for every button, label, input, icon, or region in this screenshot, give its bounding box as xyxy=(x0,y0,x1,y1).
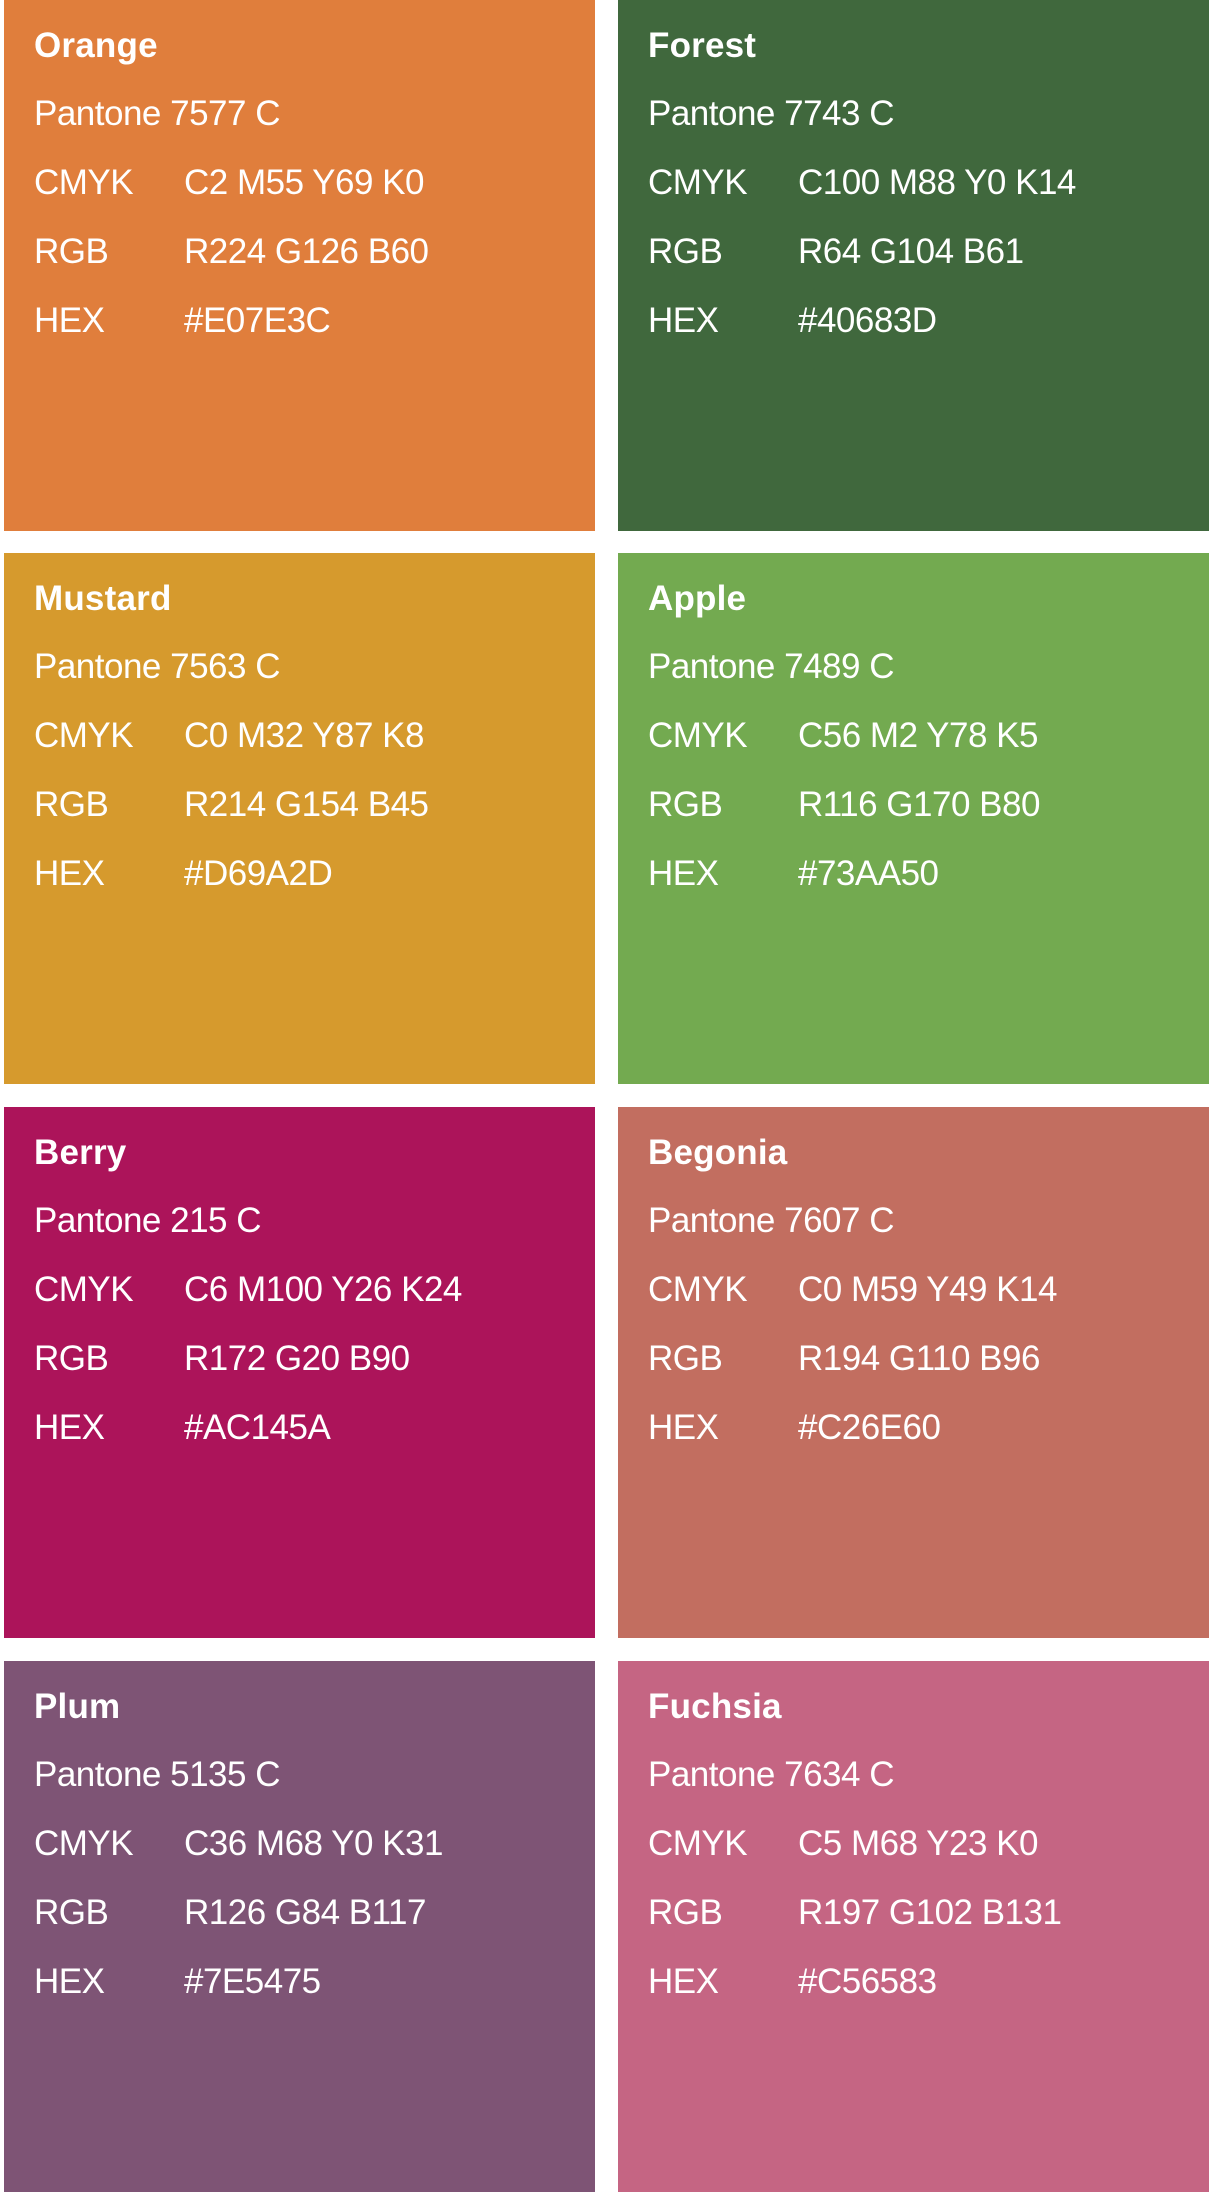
swatch-orange: Orange Pantone 7577 C CMYK C2 M55 Y69 K0… xyxy=(4,0,595,531)
cmyk-label: CMYK xyxy=(648,163,748,202)
cmyk-label: CMYK xyxy=(648,1270,748,1309)
cmyk-label: CMYK xyxy=(34,163,134,202)
hex-value: #C26E60 xyxy=(798,1408,941,1447)
hex-value: #40683D xyxy=(798,301,937,340)
rgb-row: RGB R214 G154 B45 xyxy=(34,783,595,827)
cmyk-row: CMYK C0 M59 Y49 K14 xyxy=(648,1268,1209,1312)
swatch-pantone: Pantone 7743 C xyxy=(648,94,894,133)
hex-label: HEX xyxy=(34,1408,105,1447)
swatch-name: Fuchsia xyxy=(648,1687,782,1726)
hex-row: HEX #AC145A xyxy=(34,1406,595,1450)
cmyk-value: C5 M68 Y23 K0 xyxy=(798,1824,1038,1863)
rgb-label: RGB xyxy=(34,785,109,824)
rgb-label: RGB xyxy=(34,1339,109,1378)
hex-value: #7E5475 xyxy=(184,1962,321,2001)
rgb-value: R194 G110 B96 xyxy=(798,1339,1040,1378)
hex-label: HEX xyxy=(648,1962,719,2001)
rgb-value: R172 G20 B90 xyxy=(184,1339,410,1378)
hex-row: HEX #40683D xyxy=(648,299,1209,343)
hex-label: HEX xyxy=(648,1408,719,1447)
rgb-label: RGB xyxy=(648,1339,723,1378)
swatch-forest: Forest Pantone 7743 C CMYK C100 M88 Y0 K… xyxy=(618,0,1209,531)
cmyk-value: C56 M2 Y78 K5 xyxy=(798,716,1038,755)
swatch-begonia: Begonia Pantone 7607 C CMYK C0 M59 Y49 K… xyxy=(618,1107,1209,1638)
rgb-row: RGB R197 G102 B131 xyxy=(648,1891,1209,1935)
cmyk-value: C36 M68 Y0 K31 xyxy=(184,1824,443,1863)
rgb-label: RGB xyxy=(34,232,109,271)
color-palette-grid: Orange Pantone 7577 C CMYK C2 M55 Y69 K0… xyxy=(0,0,1209,2197)
rgb-value: R116 G170 B80 xyxy=(798,785,1040,824)
swatch-name: Forest xyxy=(648,26,757,65)
swatch-apple: Apple Pantone 7489 C CMYK C56 M2 Y78 K5 … xyxy=(618,553,1209,1084)
hex-label: HEX xyxy=(34,301,105,340)
swatch-pantone: Pantone 7634 C xyxy=(648,1755,894,1794)
swatch-pantone: Pantone 7577 C xyxy=(34,94,280,133)
swatch-pantone: Pantone 7489 C xyxy=(648,647,894,686)
rgb-row: RGB R64 G104 B61 xyxy=(648,230,1209,274)
cmyk-label: CMYK xyxy=(648,1824,748,1863)
rgb-value: R64 G104 B61 xyxy=(798,232,1024,271)
swatch-name: Begonia xyxy=(648,1133,788,1172)
rgb-label: RGB xyxy=(34,1893,109,1932)
swatch-pantone: Pantone 7563 C xyxy=(34,647,280,686)
hex-row: HEX #7E5475 xyxy=(34,1960,595,2004)
swatch-pantone: Pantone 7607 C xyxy=(648,1201,894,1240)
rgb-label: RGB xyxy=(648,785,723,824)
cmyk-label: CMYK xyxy=(34,1824,134,1863)
cmyk-row: CMYK C0 M32 Y87 K8 xyxy=(34,714,595,758)
cmyk-value: C0 M32 Y87 K8 xyxy=(184,716,424,755)
hex-row: HEX #D69A2D xyxy=(34,852,595,896)
hex-value: #D69A2D xyxy=(184,854,333,893)
swatch-name: Orange xyxy=(34,26,158,65)
hex-value: #C56583 xyxy=(798,1962,937,2001)
rgb-row: RGB R194 G110 B96 xyxy=(648,1337,1209,1381)
rgb-value: R214 G154 B45 xyxy=(184,785,429,824)
rgb-label: RGB xyxy=(648,1893,723,1932)
cmyk-row: CMYK C6 M100 Y26 K24 xyxy=(34,1268,595,1312)
swatch-fuchsia: Fuchsia Pantone 7634 C CMYK C5 M68 Y23 K… xyxy=(618,1661,1209,2192)
rgb-value: R224 G126 B60 xyxy=(184,232,429,271)
swatch-name: Mustard xyxy=(34,579,172,618)
hex-label: HEX xyxy=(34,854,105,893)
hex-label: HEX xyxy=(34,1962,105,2001)
cmyk-label: CMYK xyxy=(648,716,748,755)
swatch-name: Plum xyxy=(34,1687,121,1726)
swatch-pantone: Pantone 215 C xyxy=(34,1201,262,1240)
swatch-name: Apple xyxy=(648,579,747,618)
hex-row: HEX #E07E3C xyxy=(34,299,595,343)
swatch-mustard: Mustard Pantone 7563 C CMYK C0 M32 Y87 K… xyxy=(4,553,595,1084)
cmyk-value: C0 M59 Y49 K14 xyxy=(798,1270,1057,1309)
rgb-row: RGB R172 G20 B90 xyxy=(34,1337,595,1381)
cmyk-row: CMYK C36 M68 Y0 K31 xyxy=(34,1822,595,1866)
rgb-label: RGB xyxy=(648,232,723,271)
rgb-value: R126 G84 B117 xyxy=(184,1893,426,1932)
hex-label: HEX xyxy=(648,854,719,893)
cmyk-label: CMYK xyxy=(34,1270,134,1309)
swatch-berry: Berry Pantone 215 C CMYK C6 M100 Y26 K24… xyxy=(4,1107,595,1638)
cmyk-label: CMYK xyxy=(34,716,134,755)
hex-label: HEX xyxy=(648,301,719,340)
hex-value: #E07E3C xyxy=(184,301,331,340)
hex-row: HEX #C56583 xyxy=(648,1960,1209,2004)
swatch-name: Berry xyxy=(34,1133,127,1172)
swatch-pantone: Pantone 5135 C xyxy=(34,1755,280,1794)
rgb-row: RGB R224 G126 B60 xyxy=(34,230,595,274)
hex-value: #73AA50 xyxy=(798,854,939,893)
swatch-plum: Plum Pantone 5135 C CMYK C36 M68 Y0 K31 … xyxy=(4,1661,595,2192)
cmyk-value: C2 M55 Y69 K0 xyxy=(184,163,424,202)
hex-value: #AC145A xyxy=(184,1408,331,1447)
cmyk-row: CMYK C5 M68 Y23 K0 xyxy=(648,1822,1209,1866)
rgb-value: R197 G102 B131 xyxy=(798,1893,1062,1932)
cmyk-row: CMYK C100 M88 Y0 K14 xyxy=(648,161,1209,205)
rgb-row: RGB R116 G170 B80 xyxy=(648,783,1209,827)
rgb-row: RGB R126 G84 B117 xyxy=(34,1891,595,1935)
cmyk-row: CMYK C2 M55 Y69 K0 xyxy=(34,161,595,205)
cmyk-value: C6 M100 Y26 K24 xyxy=(184,1270,462,1309)
cmyk-row: CMYK C56 M2 Y78 K5 xyxy=(648,714,1209,758)
hex-row: HEX #73AA50 xyxy=(648,852,1209,896)
cmyk-value: C100 M88 Y0 K14 xyxy=(798,163,1076,202)
hex-row: HEX #C26E60 xyxy=(648,1406,1209,1450)
